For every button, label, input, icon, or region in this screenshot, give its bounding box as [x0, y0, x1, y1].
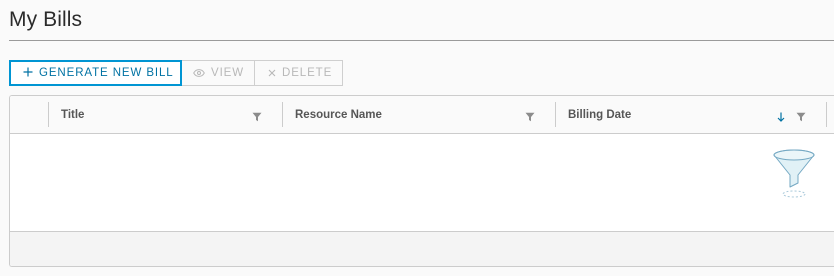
delete-label: DELETE: [282, 67, 333, 79]
column-label: Billing Date: [568, 108, 632, 121]
datagrid-header: Title Resource Name Billing Date: [10, 96, 834, 134]
view-button[interactable]: VIEW: [181, 60, 255, 86]
column-header-billing-date[interactable]: Billing Date: [568, 96, 768, 133]
column-separator: [826, 102, 827, 127]
view-label: VIEW: [211, 67, 244, 79]
empty-funnel-icon: [772, 147, 818, 201]
column-separator: [555, 102, 556, 127]
eye-icon: [193, 69, 205, 77]
arrow-down-icon[interactable]: [777, 109, 785, 127]
filter-icon[interactable]: [525, 109, 535, 127]
filter-icon[interactable]: [252, 109, 262, 127]
toolbar: GENERATE NEW BILL VIEW DELETE: [9, 60, 343, 86]
plus-icon: [23, 67, 33, 79]
column-label: Resource Name: [295, 108, 382, 121]
delete-button[interactable]: DELETE: [254, 60, 343, 86]
filter-icon[interactable]: [796, 109, 806, 127]
column-header-title[interactable]: Title: [61, 96, 281, 133]
title-divider: [9, 40, 834, 41]
page-title: My Bills: [9, 8, 83, 31]
bills-datagrid: Title Resource Name Billing Date: [9, 95, 834, 267]
close-icon: [268, 69, 276, 77]
datagrid-footer: [10, 231, 834, 266]
column-separator: [282, 102, 283, 127]
generate-new-bill-button[interactable]: GENERATE NEW BILL: [9, 60, 182, 86]
page: My Bills GENERATE NEW BILL VIEW DELETE T…: [0, 0, 834, 276]
datagrid-body: [10, 134, 834, 231]
column-label: Title: [61, 108, 85, 121]
generate-new-bill-label: GENERATE NEW BILL: [39, 67, 174, 79]
column-separator: [48, 102, 49, 127]
column-header-resource-name[interactable]: Resource Name: [295, 96, 540, 133]
